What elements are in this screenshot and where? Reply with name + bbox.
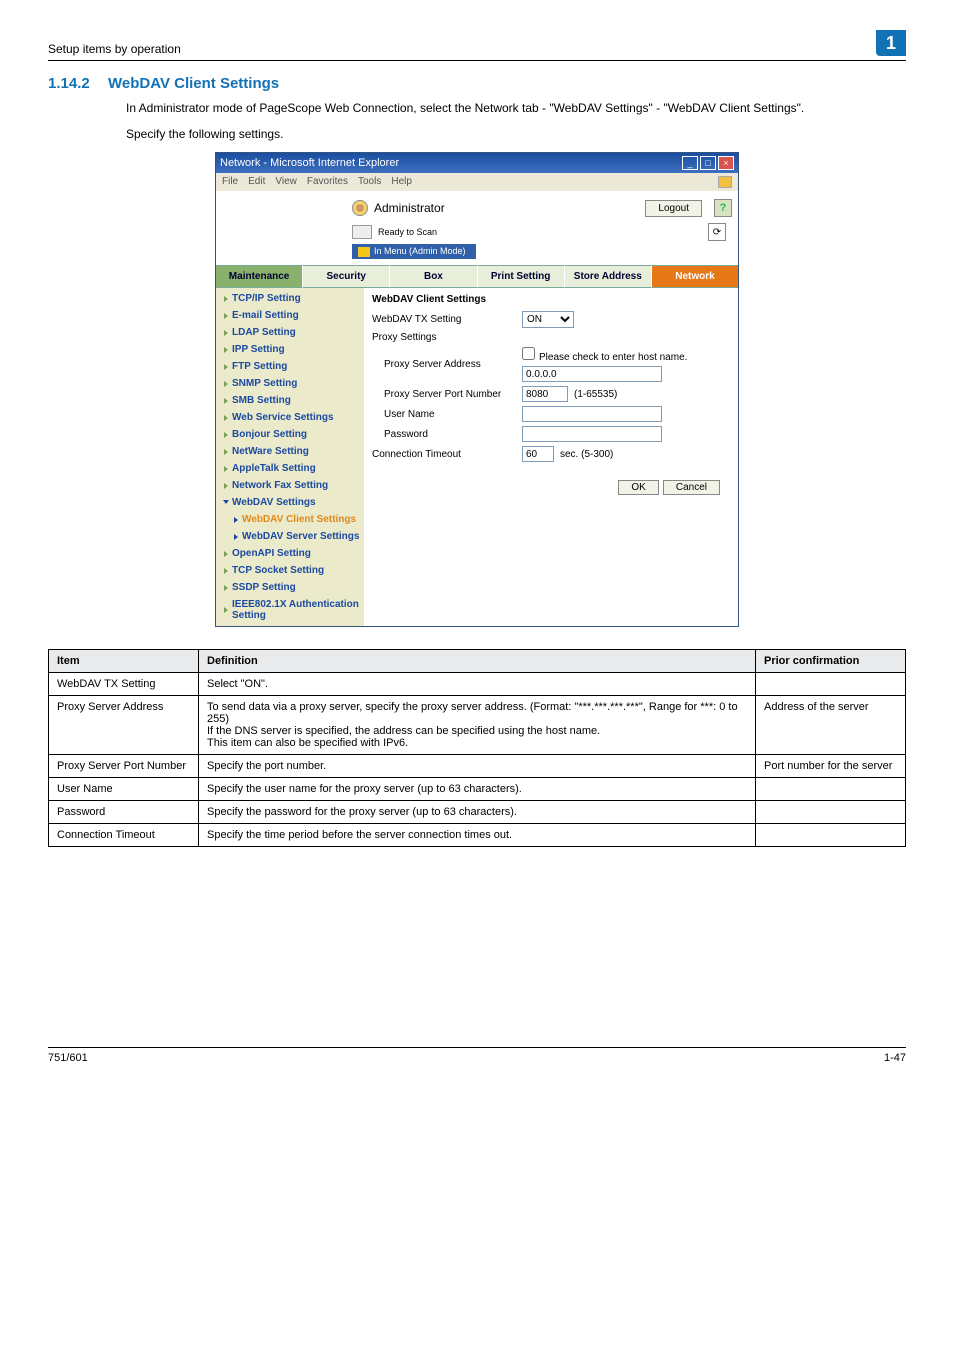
sidebar-sub-webdav-client[interactable]: WebDAV Client Settings — [216, 511, 364, 528]
sidebar-item-email[interactable]: E-mail Setting — [216, 307, 364, 324]
section-title: WebDAV Client Settings — [108, 75, 279, 92]
ok-button[interactable]: OK — [618, 480, 658, 495]
label-proxy-section: Proxy Settings — [372, 332, 522, 343]
menu-tools[interactable]: Tools — [358, 176, 381, 188]
sidebar-item-netware[interactable]: NetWare Setting — [216, 443, 364, 460]
sidebar-item-ftp[interactable]: FTP Setting — [216, 358, 364, 375]
window-title: Network - Microsoft Internet Explorer — [220, 157, 682, 169]
th-prior: Prior confirmation — [756, 650, 906, 673]
footer-left: 751/601 — [48, 1052, 88, 1064]
tab-security[interactable]: Security — [303, 265, 390, 288]
logout-button[interactable]: Logout — [645, 200, 702, 217]
input-proxy-address[interactable] — [522, 366, 662, 382]
tab-store[interactable]: Store Address — [565, 265, 652, 288]
tab-maintenance[interactable]: Maintenance — [216, 265, 303, 288]
minimize-button[interactable]: _ — [682, 156, 698, 170]
form-heading: WebDAV Client Settings — [372, 294, 730, 305]
input-username[interactable] — [522, 406, 662, 422]
ribbon-icon — [358, 247, 370, 257]
form-panel: WebDAV Client Settings WebDAV TX Setting… — [364, 288, 738, 626]
section-number: 1.14.2 — [48, 75, 100, 92]
sidebar-item-webservice[interactable]: Web Service Settings — [216, 409, 364, 426]
label-proxy-port: Proxy Server Port Number — [372, 389, 522, 400]
menu-view[interactable]: View — [275, 176, 297, 188]
tab-bar: Maintenance Security Box Print Setting S… — [216, 265, 738, 288]
sidebar-item-tcpsocket[interactable]: TCP Socket Setting — [216, 562, 364, 579]
footer-right: 1-47 — [884, 1052, 906, 1064]
tab-box[interactable]: Box — [390, 265, 477, 288]
running-header: Setup items by operation — [48, 42, 876, 56]
label-tx: WebDAV TX Setting — [372, 314, 522, 325]
administrator-label: Administrator — [374, 201, 445, 215]
browser-window: Network - Microsoft Internet Explorer _ … — [215, 152, 739, 627]
sidebar: TCP/IP Setting E-mail Setting LDAP Setti… — [216, 288, 364, 626]
text-timeout-unit: sec. (5-300) — [560, 449, 613, 460]
status-text: Ready to Scan — [378, 227, 437, 237]
sidebar-item-openapi[interactable]: OpenAPI Setting — [216, 545, 364, 562]
table-row: Proxy Server Port NumberSpecify the port… — [49, 755, 906, 778]
sidebar-item-tcpip[interactable]: TCP/IP Setting — [216, 290, 364, 307]
sidebar-sub-webdav-server[interactable]: WebDAV Server Settings — [216, 528, 364, 545]
label-username: User Name — [372, 409, 522, 420]
restore-button[interactable]: □ — [700, 156, 716, 170]
window-titlebar: Network - Microsoft Internet Explorer _ … — [216, 153, 738, 173]
label-hostname-check: Please check to enter host name. — [539, 352, 687, 363]
table-row: Proxy Server AddressTo send data via a p… — [49, 696, 906, 755]
sidebar-item-ipp[interactable]: IPP Setting — [216, 341, 364, 358]
select-tx[interactable]: ON — [522, 311, 574, 328]
close-button[interactable]: × — [718, 156, 734, 170]
input-proxy-port[interactable] — [522, 386, 568, 402]
printer-status-icon — [352, 225, 372, 239]
menu-file[interactable]: File — [222, 176, 238, 188]
section-paragraph-2: Specify the following settings. — [126, 126, 906, 142]
chapter-badge: 1 — [876, 30, 906, 56]
text-port-range: (1-65535) — [574, 389, 617, 400]
table-row: User NameSpecify the user name for the p… — [49, 778, 906, 801]
sidebar-item-networkfax[interactable]: Network Fax Setting — [216, 477, 364, 494]
th-item: Item — [49, 650, 199, 673]
sidebar-item-ssdp[interactable]: SSDP Setting — [216, 579, 364, 596]
table-row: PasswordSpecify the password for the pro… — [49, 801, 906, 824]
label-proxy-address: Proxy Server Address — [372, 359, 522, 370]
tab-network[interactable]: Network — [652, 265, 738, 288]
sidebar-item-smb[interactable]: SMB Setting — [216, 392, 364, 409]
label-password: Password — [372, 429, 522, 440]
definitions-table: Item Definition Prior confirmation WebDA… — [48, 649, 906, 847]
sidebar-item-bonjour[interactable]: Bonjour Setting — [216, 426, 364, 443]
input-password[interactable] — [522, 426, 662, 442]
th-definition: Definition — [199, 650, 756, 673]
sidebar-item-appletalk[interactable]: AppleTalk Setting — [216, 460, 364, 477]
tab-print[interactable]: Print Setting — [478, 265, 565, 288]
menu-bar: File Edit View Favorites Tools Help — [216, 173, 738, 191]
sidebar-item-webdav[interactable]: WebDAV Settings — [216, 494, 364, 511]
menu-help[interactable]: Help — [391, 176, 412, 188]
table-row: Connection TimeoutSpecify the time perio… — [49, 824, 906, 847]
table-row: WebDAV TX SettingSelect "ON". — [49, 673, 906, 696]
menu-edit[interactable]: Edit — [248, 176, 265, 188]
sidebar-item-ieee8021x[interactable]: IEEE802.1X Authentication Setting — [216, 596, 364, 624]
ie-flag-icon — [718, 176, 732, 188]
input-timeout[interactable] — [522, 446, 554, 462]
menu-favorites[interactable]: Favorites — [307, 176, 348, 188]
section-paragraph-1: In Administrator mode of PageScope Web C… — [126, 100, 906, 116]
checkbox-hostname[interactable] — [522, 347, 535, 360]
refresh-button[interactable]: ⟳ — [708, 223, 726, 241]
administrator-icon — [352, 200, 368, 216]
sidebar-item-snmp[interactable]: SNMP Setting — [216, 375, 364, 392]
sidebar-item-ldap[interactable]: LDAP Setting — [216, 324, 364, 341]
help-button[interactable]: ? — [714, 199, 732, 217]
cancel-button[interactable]: Cancel — [663, 480, 720, 495]
mode-ribbon[interactable]: In Menu (Admin Mode) — [352, 244, 476, 259]
label-timeout: Connection Timeout — [372, 449, 522, 460]
